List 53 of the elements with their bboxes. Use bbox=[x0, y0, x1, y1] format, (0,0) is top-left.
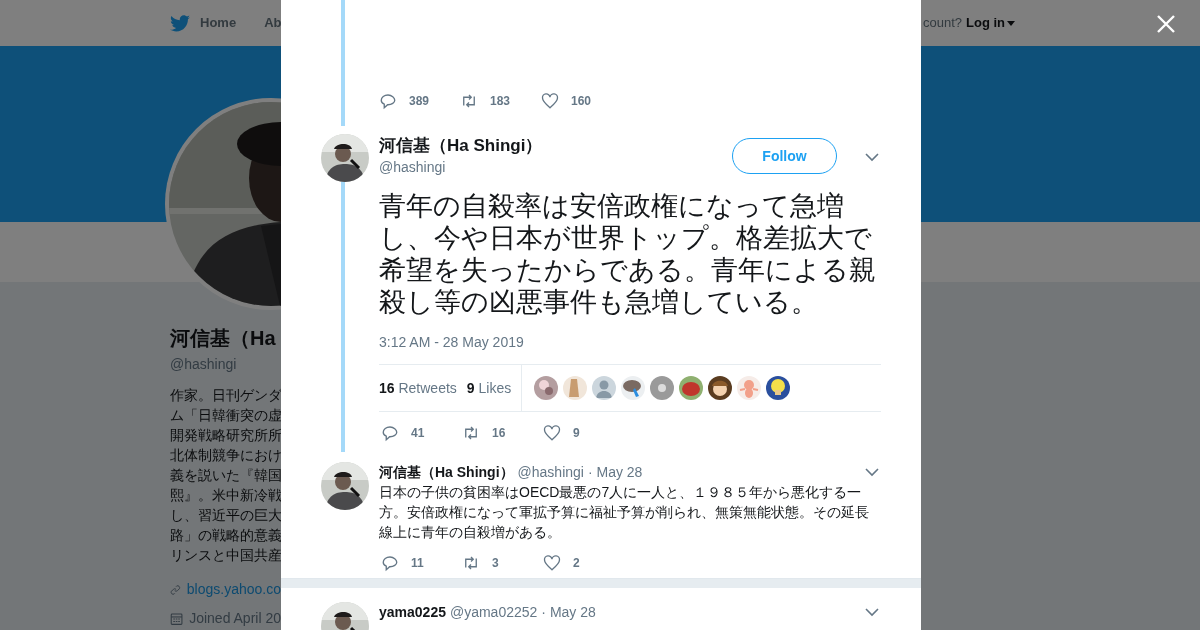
chevron-down-icon[interactable] bbox=[865, 465, 879, 479]
user-name: 河信基（Ha Shingi） bbox=[379, 135, 544, 157]
user-handle: @yama02252 bbox=[449, 603, 538, 622]
chevron-down-icon[interactable] bbox=[865, 605, 879, 619]
bio-line: 熙』。米中新冷戦 bbox=[170, 486, 281, 505]
bio-line: 北体制競争におけ bbox=[170, 446, 281, 465]
bio-line: 義を説いた『韓国 bbox=[170, 466, 281, 485]
action-button[interactable]: 41 bbox=[381, 424, 462, 442]
bio-line: 開発戦略研究所所 bbox=[170, 426, 281, 445]
heart-icon bbox=[541, 92, 559, 110]
action-button[interactable]: 3 bbox=[462, 554, 543, 572]
user-handle: @hashingi bbox=[379, 158, 447, 177]
heart-icon bbox=[543, 424, 561, 442]
user-handle: @hashingi bbox=[517, 463, 584, 482]
chevron-down-icon[interactable] bbox=[865, 150, 879, 164]
action-button[interactable]: 160 bbox=[541, 92, 622, 110]
login-link[interactable]: Log in bbox=[966, 13, 1015, 33]
heart-icon bbox=[543, 554, 561, 572]
tweet-timestamp: 3:12 AM - 28 May 2019 bbox=[379, 333, 525, 352]
bio-line: リンスと中国共産 bbox=[170, 546, 281, 565]
close-icon bbox=[1156, 14, 1176, 34]
tweet-date: · May 28 bbox=[587, 463, 644, 482]
nav-link[interactable]: Home bbox=[200, 13, 237, 33]
bird-icon bbox=[170, 14, 190, 32]
user-name: 河信基（Ha Shingi） bbox=[379, 463, 514, 482]
reply-icon bbox=[381, 424, 399, 442]
bio-line: し、習近平の巨大 bbox=[170, 506, 281, 525]
retweet-icon bbox=[462, 424, 480, 442]
caret-icon bbox=[1007, 20, 1015, 26]
action-button[interactable]: 2 bbox=[543, 554, 624, 572]
action-button[interactable]: 16 bbox=[462, 424, 543, 442]
profile-name: 河信基（Ha bbox=[170, 326, 277, 350]
action-button[interactable]: 11 bbox=[381, 554, 462, 572]
reply-icon bbox=[379, 92, 397, 110]
joined-date: Joined April 20 bbox=[189, 609, 281, 628]
bio-line: 路」の戦略的意義 bbox=[170, 526, 281, 545]
action-button[interactable]: 183 bbox=[460, 92, 541, 110]
user-name: yama0225 bbox=[379, 603, 446, 622]
action-button[interactable]: 9 bbox=[543, 424, 624, 442]
profile-handle: @hashingi bbox=[170, 355, 238, 374]
tweet-date: · May 28 bbox=[541, 603, 597, 622]
action-button[interactable]: 389 bbox=[379, 92, 460, 110]
reply-icon bbox=[381, 554, 399, 572]
retweet-icon bbox=[460, 92, 478, 110]
bio-line: ム「日韓衝突の虚 bbox=[170, 406, 281, 425]
nav-link[interactable]: Ab bbox=[264, 13, 282, 33]
likes-link[interactable]: 9 Likes bbox=[466, 377, 512, 399]
tweet-text: 青年の自殺率は安倍政権になって急増し、今や日本が世界トップ。格差拡大で希望を失ったからである。青年による親殺し等の凶悪事件も急増している。 bbox=[379, 190, 877, 318]
calendar-icon bbox=[170, 610, 184, 627]
tweet-text: 日本の子供の貧困率はOECD最悪の7人に一人と、１９８５年から悪化する一方。安倍政権になって軍拡予算に福祉予算が削られ、無策無能状態。その延長線上に青年の自殺増がある。 bbox=[379, 483, 870, 542]
retweet-icon bbox=[462, 554, 480, 572]
login-prompt: count? bbox=[922, 14, 962, 33]
retweets-link[interactable]: 16 Retweets bbox=[379, 377, 457, 399]
